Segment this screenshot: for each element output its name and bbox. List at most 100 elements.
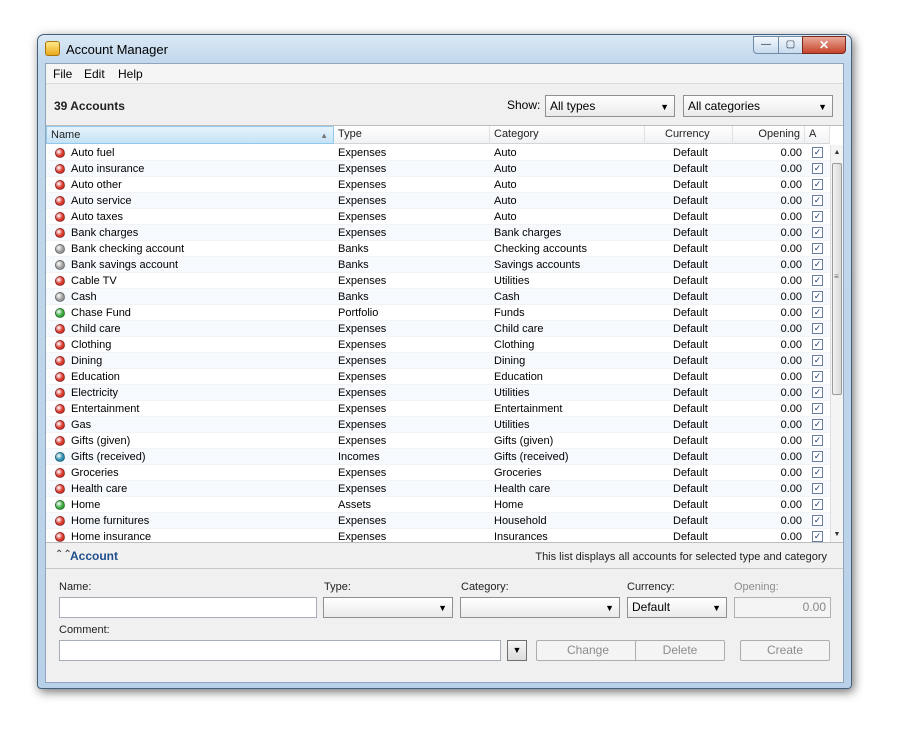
active-checkbox[interactable]: ✓ xyxy=(812,355,823,366)
table-row[interactable]: Bank savings account Banks Savings account… xyxy=(46,257,830,273)
column-header-category[interactable]: Category xyxy=(490,126,645,144)
account-panel-title: Account xyxy=(70,549,118,563)
maximize-button[interactable]: ▢ xyxy=(778,36,803,54)
chevron-down-icon: ▼ xyxy=(818,102,827,112)
column-header-label: Name xyxy=(51,129,81,141)
cell-name: Electricity xyxy=(71,387,119,399)
active-checkbox[interactable]: ✓ xyxy=(812,323,823,334)
active-checkbox[interactable]: ✓ xyxy=(812,211,823,222)
active-checkbox[interactable]: ✓ xyxy=(812,163,823,174)
table-row[interactable]: Auto taxes Expenses Auto Default 0.00 ✓ xyxy=(46,209,830,225)
cell-category: Gifts (received) xyxy=(494,451,569,463)
account-status-icon xyxy=(55,436,65,446)
table-row[interactable]: Cash Banks Cash Default 0.00 ✓ xyxy=(46,289,830,305)
table-row[interactable]: Auto other Expenses Auto Default 0.00 ✓ xyxy=(46,177,830,193)
vertical-scrollbar[interactable]: ▲ ≡ ▼ xyxy=(830,145,843,542)
cell-category: Cash xyxy=(494,291,520,303)
active-checkbox[interactable]: ✓ xyxy=(812,419,823,430)
menu-file[interactable]: File xyxy=(53,67,72,81)
active-checkbox[interactable]: ✓ xyxy=(812,307,823,318)
active-checkbox[interactable]: ✓ xyxy=(812,243,823,254)
cell-name: Home insurance xyxy=(71,531,152,543)
active-checkbox[interactable]: ✓ xyxy=(812,387,823,398)
cell-opening: 0.00 xyxy=(780,355,802,367)
active-checkbox[interactable]: ✓ xyxy=(812,291,823,302)
scroll-down-icon[interactable]: ▼ xyxy=(831,529,843,541)
name-input[interactable] xyxy=(59,597,317,618)
close-button[interactable]: ✕ xyxy=(802,36,846,54)
active-checkbox[interactable]: ✓ xyxy=(812,451,823,462)
table-row[interactable]: Gas Expenses Utilities Default 0.00 ✓ xyxy=(46,417,830,433)
cell-currency: Default xyxy=(673,483,708,495)
table-row[interactable]: Entertainment Expenses Entertainment Defaul… xyxy=(46,401,830,417)
menu-help[interactable]: Help xyxy=(118,67,143,81)
table-row[interactable]: Electricity Expenses Utilities Default 0.00 ✓ xyxy=(46,385,830,401)
scrollbar-thumb[interactable]: ≡ xyxy=(832,163,842,395)
column-header-name[interactable]: Name ▲ xyxy=(46,126,334,144)
active-checkbox[interactable]: ✓ xyxy=(812,467,823,478)
grip-icon: ≡ xyxy=(834,272,839,281)
table-row[interactable]: Auto insurance Expenses Auto Default 0.00 ✓ xyxy=(46,161,830,177)
create-button[interactable]: Create xyxy=(740,640,830,661)
table-row[interactable]: Home furnitures Expenses Household Default 0… xyxy=(46,513,830,529)
active-checkbox[interactable]: ✓ xyxy=(812,227,823,238)
comment-input[interactable] xyxy=(59,640,501,661)
category-dropdown[interactable]: ▼ xyxy=(460,597,620,618)
active-checkbox[interactable]: ✓ xyxy=(812,435,823,446)
minimize-button[interactable]: — xyxy=(753,36,779,54)
table-row[interactable]: Auto fuel Expenses Auto Default 0.00 ✓ xyxy=(46,145,830,161)
cell-name: Chase Fund xyxy=(71,307,131,319)
active-checkbox[interactable]: ✓ xyxy=(812,531,823,542)
active-checkbox[interactable]: ✓ xyxy=(812,515,823,526)
active-checkbox[interactable]: ✓ xyxy=(812,499,823,510)
active-checkbox[interactable]: ✓ xyxy=(812,339,823,350)
table-row[interactable]: Gifts (given) Expenses Gifts (given) Defaul… xyxy=(46,433,830,449)
title-bar[interactable]: Account Manager — ▢ ✕ xyxy=(38,35,851,63)
table-row[interactable]: Dining Expenses Dining Default 0.00 ✓ xyxy=(46,353,830,369)
category-filter-dropdown[interactable]: All categories ▼ xyxy=(683,95,833,117)
cell-name: Groceries xyxy=(71,467,119,479)
active-checkbox[interactable]: ✓ xyxy=(812,483,823,494)
change-button[interactable]: Change xyxy=(536,640,640,661)
currency-dropdown[interactable]: Default ▼ xyxy=(627,597,727,618)
table-row[interactable]: Home Assets Home Default 0.00 ✓ xyxy=(46,497,830,513)
table-row[interactable]: Bank charges Expenses Bank charges Default 0… xyxy=(46,225,830,241)
column-header-active[interactable]: A xyxy=(805,126,830,144)
table-row[interactable]: Gifts (received) Incomes Gifts (received) D… xyxy=(46,449,830,465)
type-filter-dropdown[interactable]: All types ▼ xyxy=(545,95,675,117)
accounts-list[interactable]: Name ▲ Type Category Currency Opening A … xyxy=(46,125,843,543)
active-checkbox[interactable]: ✓ xyxy=(812,147,823,158)
chevron-down-icon: ▼ xyxy=(512,645,522,655)
column-header-currency[interactable]: Currency xyxy=(645,126,733,144)
table-row[interactable]: Chase Fund Portfolio Funds Default 0.00 ✓ xyxy=(46,305,830,321)
table-row[interactable]: Cable TV Expenses Utilities Default 0.00 ✓ xyxy=(46,273,830,289)
type-dropdown[interactable]: ▼ xyxy=(323,597,453,618)
cell-category: Auto xyxy=(494,147,517,159)
cell-opening: 0.00 xyxy=(780,451,802,463)
table-row[interactable]: Auto service Expenses Auto Default 0.00 ✓ xyxy=(46,193,830,209)
active-checkbox[interactable]: ✓ xyxy=(812,275,823,286)
active-checkbox[interactable]: ✓ xyxy=(812,179,823,190)
table-row[interactable]: Clothing Expenses Clothing Default 0.00 ✓ xyxy=(46,337,830,353)
cell-name: Auto service xyxy=(71,195,132,207)
scroll-up-icon[interactable]: ▲ xyxy=(831,147,843,159)
table-row[interactable]: Groceries Expenses Groceries Default 0.00 ✓ xyxy=(46,465,830,481)
active-checkbox[interactable]: ✓ xyxy=(812,403,823,414)
table-row[interactable]: Health care Expenses Health care Default 0.0… xyxy=(46,481,830,497)
column-header-opening[interactable]: Opening xyxy=(733,126,805,144)
menu-edit[interactable]: Edit xyxy=(84,67,105,81)
cell-name: Cable TV xyxy=(71,275,117,287)
active-checkbox[interactable]: ✓ xyxy=(812,371,823,382)
account-panel-hint: This list displays all accounts for sele… xyxy=(535,551,827,563)
column-header-type[interactable]: Type xyxy=(334,126,490,144)
cell-category: Education xyxy=(494,371,543,383)
active-checkbox[interactable]: ✓ xyxy=(812,259,823,270)
delete-button[interactable]: Delete xyxy=(635,640,725,661)
comment-history-dropdown[interactable]: ▼ xyxy=(507,640,527,661)
account-status-icon xyxy=(55,292,65,302)
table-row[interactable]: Education Expenses Education Default 0.00 ✓ xyxy=(46,369,830,385)
active-checkbox[interactable]: ✓ xyxy=(812,195,823,206)
table-row[interactable]: Home insurance Expenses Insurances Default 0… xyxy=(46,529,830,543)
table-row[interactable]: Child care Expenses Child care Default 0.00 ✓ xyxy=(46,321,830,337)
table-row[interactable]: Bank checking account Banks Checking accou… xyxy=(46,241,830,257)
